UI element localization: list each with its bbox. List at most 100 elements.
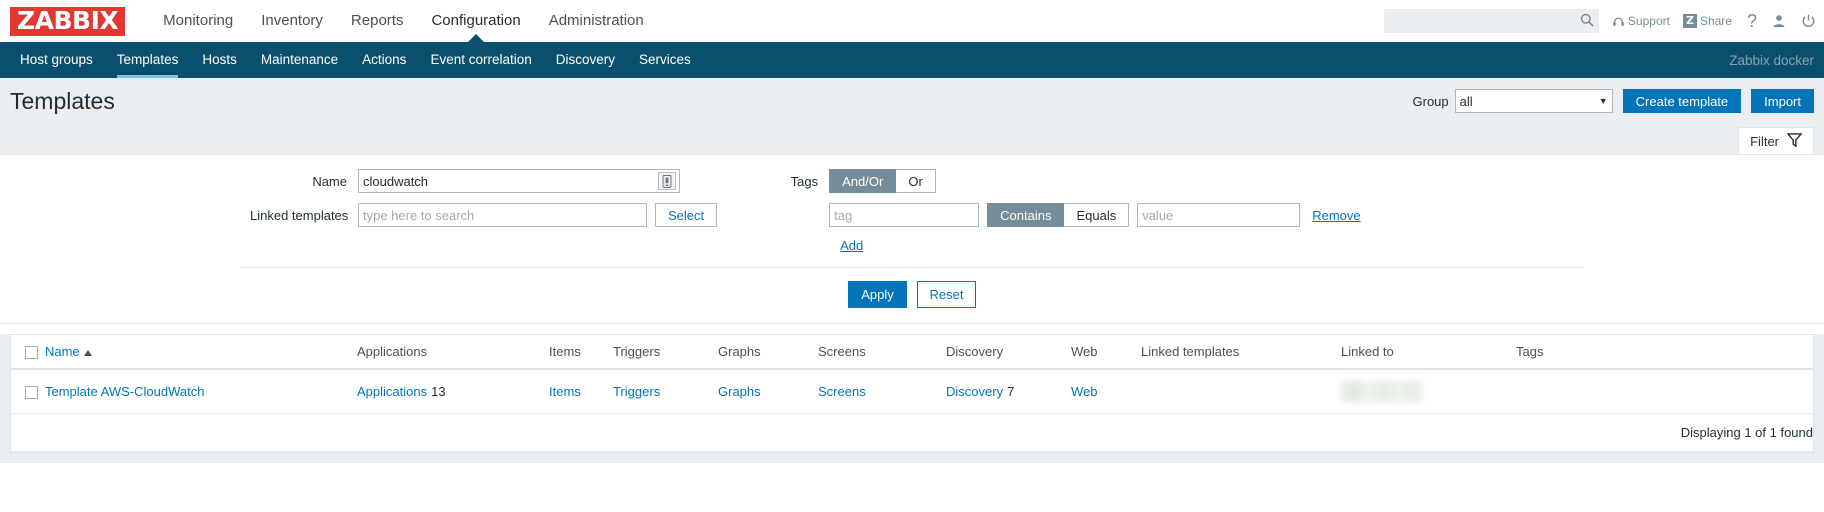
- tag-match-toggle: Contains Equals: [987, 203, 1130, 227]
- filter-row-name: Name: [250, 169, 717, 193]
- column-header-name-label: Name: [45, 344, 80, 360]
- discovery-count: 7: [1007, 384, 1015, 400]
- page-title: Templates: [10, 87, 115, 114]
- question-icon: ?: [1746, 11, 1757, 31]
- select-all-checkbox[interactable]: [25, 346, 38, 360]
- zabbix-logo[interactable]: ZABBIX: [10, 6, 126, 36]
- subnav-item-templates[interactable]: Templates: [105, 42, 191, 78]
- tag-remove-link[interactable]: Remove: [1312, 208, 1360, 223]
- name-input-wrapper: [358, 169, 680, 193]
- column-header-tags: Tags: [1516, 335, 1813, 371]
- help-button[interactable]: ?: [1747, 12, 1757, 30]
- subnav-item-hosts[interactable]: Hosts: [190, 42, 249, 78]
- applications-link[interactable]: Applications: [357, 384, 427, 399]
- subnav-item-host-groups[interactable]: Host groups: [8, 42, 105, 78]
- support-label: Support: [1627, 14, 1670, 28]
- templates-table: Name Applications Items Triggers Graphs …: [11, 335, 1813, 453]
- import-button[interactable]: Import: [1751, 89, 1814, 113]
- linked-templates-label: Linked templates: [250, 207, 349, 223]
- apply-button[interactable]: Apply: [848, 281, 907, 308]
- cell-graphs: Graphs: [718, 369, 818, 415]
- search-input[interactable]: [1383, 9, 1599, 33]
- filter-row-add: Add: [785, 237, 1360, 255]
- filter-row-tag-condition: Contains Equals Remove: [785, 203, 1361, 227]
- cell-template-name: Template AWS-CloudWatch: [45, 369, 357, 415]
- page-header-actions: Group all ▼ Create template Import: [1413, 89, 1814, 113]
- discovery-link[interactable]: Discovery: [946, 384, 1003, 399]
- tag-add-link[interactable]: Add: [840, 238, 863, 253]
- column-header-discovery: Discovery: [946, 335, 1071, 371]
- cell-web: Web: [1071, 369, 1141, 415]
- subnav-item-maintenance[interactable]: Maintenance: [249, 42, 350, 78]
- subnav-item-discovery[interactable]: Discovery: [544, 42, 627, 78]
- share-link[interactable]: Z Share: [1682, 14, 1732, 28]
- cell-triggers: Triggers: [613, 369, 718, 415]
- top-header: ZABBIX Monitoring Inventory Reports Conf…: [0, 0, 1824, 43]
- table-footer-row: Displaying 1 of 1 found: [11, 413, 1813, 453]
- subnav-item-actions[interactable]: Actions: [350, 42, 418, 78]
- name-label: Name: [312, 173, 347, 189]
- results-count: Displaying 1 of 1 found: [11, 413, 1813, 453]
- current-user-label: Zabbix docker: [1729, 52, 1814, 68]
- cell-screens: Screens: [818, 369, 946, 415]
- nav-item-inventory[interactable]: Inventory: [247, 0, 337, 42]
- reset-button[interactable]: Reset: [917, 281, 976, 308]
- tags-andor-button[interactable]: And/Or: [829, 169, 897, 193]
- filter-actions: Apply Reset: [0, 268, 1824, 323]
- tag-value-input[interactable]: [1137, 203, 1301, 227]
- table-row: Template AWS-CloudWatch Applications 13 I…: [11, 369, 1813, 415]
- web-link[interactable]: Web: [1071, 384, 1098, 399]
- subnav-item-event-correlation[interactable]: Event correlation: [418, 42, 543, 78]
- create-template-button[interactable]: Create template: [1622, 89, 1742, 113]
- tag-contains-button[interactable]: Contains: [987, 203, 1065, 227]
- funnel-icon: [1786, 132, 1803, 150]
- tags-label: Tags: [790, 173, 819, 189]
- column-header-applications: Applications: [357, 335, 549, 371]
- search-icon[interactable]: [1580, 13, 1594, 32]
- name-picker-icon[interactable]: [658, 172, 676, 190]
- subnav-item-services[interactable]: Services: [627, 42, 703, 78]
- support-link[interactable]: Support: [1612, 14, 1670, 28]
- column-header-linked-templates: Linked templates: [1141, 335, 1341, 371]
- filter-columns: Name Linked templates Select Tags And/Or: [0, 169, 1824, 255]
- column-header-name[interactable]: Name: [45, 335, 357, 371]
- cell-tags: [1516, 369, 1813, 415]
- user-icon: [1773, 15, 1785, 28]
- column-header-linked-to: Linked to: [1341, 335, 1516, 371]
- template-name-link[interactable]: Template AWS-CloudWatch: [45, 384, 204, 399]
- row-checkbox[interactable]: [25, 386, 38, 400]
- items-link[interactable]: Items: [549, 384, 581, 399]
- linked-templates-input[interactable]: [358, 203, 647, 227]
- cell-items: Items: [549, 369, 613, 415]
- applications-count: 13: [431, 384, 446, 400]
- group-select[interactable]: all ▼: [1454, 89, 1613, 113]
- group-select-value: all: [1459, 93, 1473, 109]
- filter-row-tags-operator: Tags And/Or Or: [785, 169, 1360, 193]
- nav-item-configuration[interactable]: Configuration: [417, 0, 534, 43]
- power-icon: [1802, 14, 1815, 27]
- sort-ascending-icon: [83, 349, 92, 356]
- column-header-screens: Screens: [818, 335, 946, 371]
- share-z-icon: Z: [1682, 14, 1697, 28]
- nav-item-administration[interactable]: Administration: [535, 0, 658, 42]
- sign-out-button[interactable]: [1801, 14, 1816, 29]
- name-input[interactable]: [358, 169, 680, 193]
- table-header-row: Name Applications Items Triggers Graphs …: [11, 335, 1813, 371]
- column-header-graphs: Graphs: [718, 335, 818, 371]
- nav-item-monitoring[interactable]: Monitoring: [149, 0, 247, 42]
- column-header-triggers: Triggers: [613, 335, 718, 371]
- tags-or-button[interactable]: Or: [896, 169, 936, 193]
- tag-equals-button[interactable]: Equals: [1064, 203, 1130, 227]
- screens-link[interactable]: Screens: [818, 384, 866, 399]
- table-section: Name Applications Items Triggers Graphs …: [0, 334, 1824, 464]
- filter-tab[interactable]: Filter: [1738, 127, 1814, 154]
- select-templates-button[interactable]: Select: [655, 203, 718, 227]
- tag-name-input[interactable]: [829, 203, 980, 227]
- graphs-link[interactable]: Graphs: [718, 384, 761, 399]
- user-profile-button[interactable]: [1772, 14, 1786, 28]
- cell-discovery: Discovery 7: [946, 369, 1071, 415]
- global-search[interactable]: [1383, 9, 1599, 33]
- triggers-link[interactable]: Triggers: [613, 384, 660, 399]
- nav-item-reports[interactable]: Reports: [337, 0, 418, 42]
- select-all-header: [11, 335, 45, 371]
